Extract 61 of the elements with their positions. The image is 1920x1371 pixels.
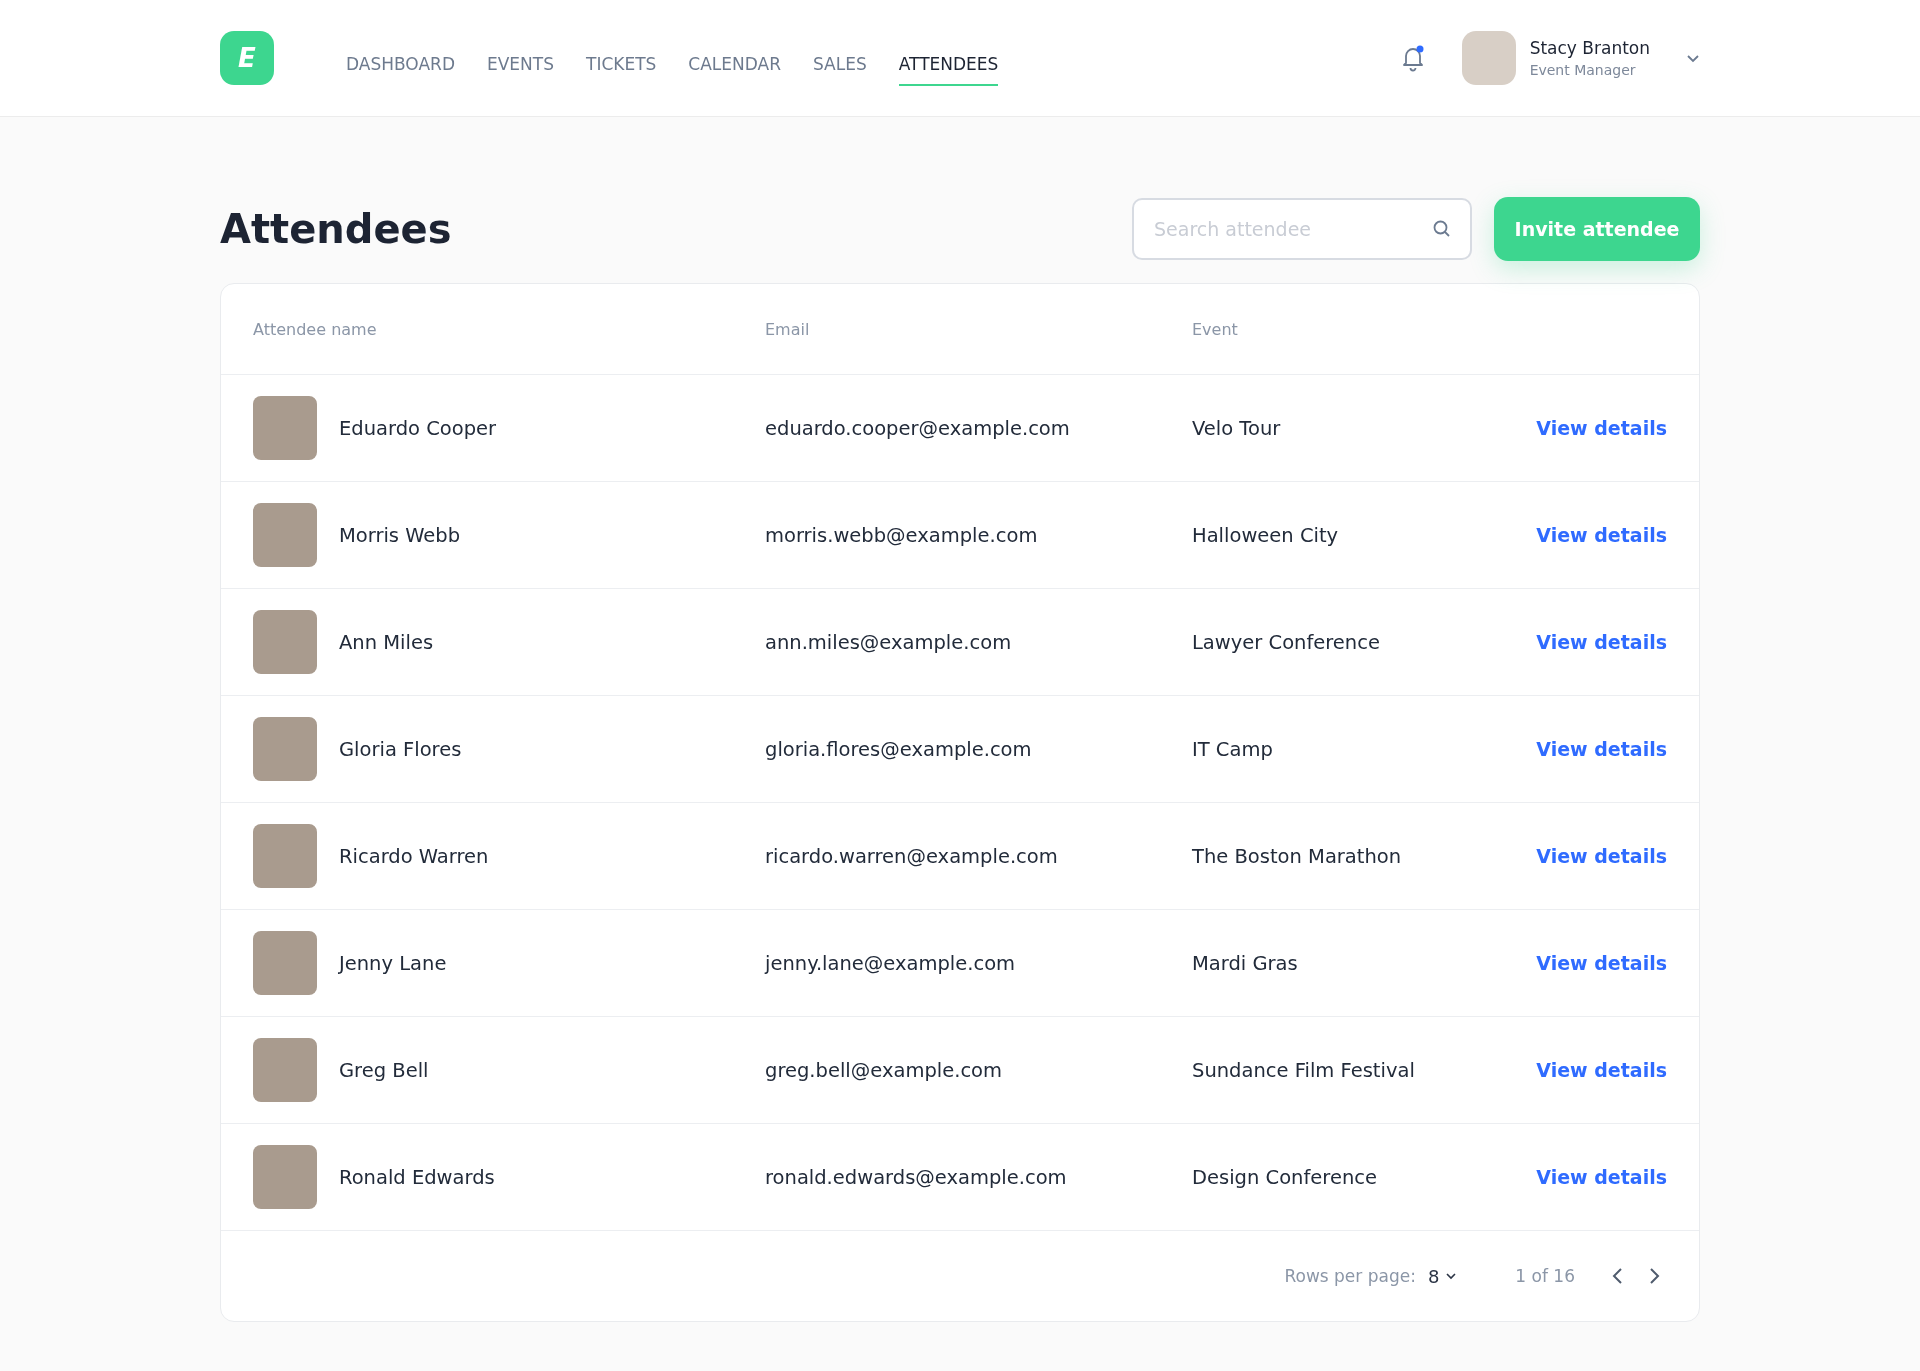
nav-tab[interactable]: DASHBOARD [346,44,455,86]
user-role: Event Manager [1529,62,1637,78]
photo-placeholder [253,931,317,995]
event-cell-text: Lawyer Conference [1192,630,1381,654]
email-cell-text: gloria.flores@example.com [765,737,1033,761]
email-cell-text: morris.webb@example.com [765,523,1039,547]
nav-tab[interactable]: EVENTS [487,44,554,86]
view-details-link[interactable]: View details [1507,1166,1667,1188]
view-details-link[interactable]: View details [1507,631,1667,653]
nav-tab[interactable]: ATTENDEES [898,44,999,86]
photo-placeholder [253,1038,317,1102]
column-header: Email [765,319,811,339]
event-cell-text: The Boston Marathon [1192,844,1403,868]
view-details-link[interactable]: View details [1507,524,1667,546]
attendee-name: Ann Miles [339,630,434,654]
column-header: Event [1192,319,1239,339]
attendee-name: Jenny Lane [339,951,447,975]
email-cell-text: eduardo.cooper@example.com [765,416,1071,440]
attendee-name: Gloria Flores [339,737,462,761]
rows-per-page-label: Rows per page: [1284,1266,1416,1286]
event-cell-text: Design Conference [1192,1165,1378,1189]
nav-tab[interactable]: SALES [813,44,867,86]
page-title: Attendees [220,206,453,252]
page-range: 1 of 16 [1515,1266,1575,1286]
view-details-link[interactable]: View details [1507,738,1667,760]
email-cell-text: ronald.edwards@example.com [765,1165,1068,1189]
attendee-name: Eduardo Cooper [339,416,497,440]
user-name: Stacy Branton [1529,38,1650,58]
attendee-name: Greg Bell [339,1058,429,1082]
event-cell-text: Halloween City [1192,523,1340,547]
email-cell-text: ricardo.warren@example.com [765,844,1059,868]
photo-placeholder [253,610,317,674]
nav-tab[interactable]: TICKETS [586,44,657,86]
rows-per-page-select[interactable]: 8 [1427,1265,1458,1287]
event-cell-text: Velo Tour [1192,416,1282,440]
view-details-link[interactable]: View details [1507,417,1667,439]
email-cell-text: ann.miles@example.com [765,630,1013,654]
previous-page-icon[interactable] [1611,1266,1625,1286]
attendee-name: Ronald Edwards [339,1165,495,1189]
event-cell-text: Mardi Gras [1192,951,1299,975]
photo-placeholder [253,824,317,888]
photo-placeholder [253,1145,317,1209]
event-cell-text: IT Camp [1192,737,1274,761]
next-page-icon[interactable] [1647,1266,1661,1286]
photo-placeholder [253,396,317,460]
user-avatar [1461,31,1516,85]
email-cell-text: jenny.lane@example.com [765,951,1017,975]
attendee-name: Morris Webb [339,523,461,547]
event-cell-text: Sundance Film Festival [1192,1058,1416,1082]
search-icon [1432,219,1452,239]
nav-tab[interactable]: CALENDAR [688,44,781,86]
email-cell-text: greg.bell@example.com [765,1058,1004,1082]
view-details-link[interactable]: View details [1507,1059,1667,1081]
view-details-link[interactable]: View details [1507,845,1667,867]
chevron-down-icon[interactable] [1686,53,1700,63]
column-header: Attendee name [253,319,378,339]
chevron-down-icon [1445,1272,1458,1280]
attendee-name: Ricardo Warren [339,844,489,868]
photo-placeholder [253,503,317,567]
photo-placeholder [253,717,317,781]
view-details-link[interactable]: View details [1507,952,1667,974]
